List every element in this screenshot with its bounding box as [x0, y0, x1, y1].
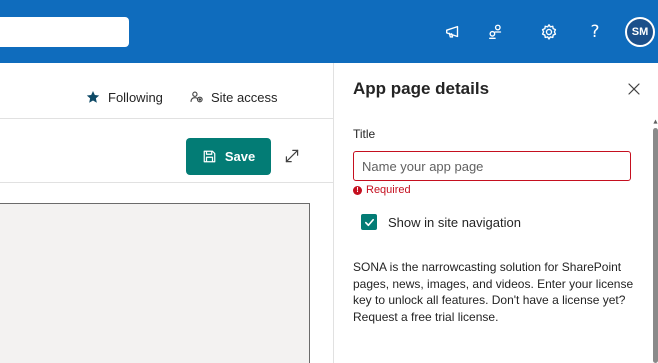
- suite-bar: ? SM: [0, 0, 658, 63]
- site-access-button[interactable]: Site access: [190, 87, 277, 107]
- canvas-section[interactable]: [0, 203, 310, 363]
- panel-description: SONA is the narrowcasting solution for S…: [353, 260, 634, 324]
- command-divider: [0, 118, 333, 119]
- people-connect-icon[interactable]: [481, 17, 511, 47]
- show-in-nav-checkbox[interactable]: [361, 214, 377, 230]
- title-field-label: Title: [353, 127, 376, 141]
- page-canvas: [0, 183, 333, 363]
- error-icon: !: [353, 185, 362, 195]
- app-page-details-panel: App page details Title ! Required Show i…: [333, 63, 658, 363]
- required-text: Required: [366, 184, 411, 196]
- site-access-label: Site access: [211, 89, 278, 105]
- panel-scrollbar[interactable]: [653, 118, 658, 363]
- scroll-thumb[interactable]: [653, 128, 658, 363]
- search-input[interactable]: [0, 17, 129, 47]
- required-error: ! Required: [353, 184, 411, 196]
- scroll-up-icon[interactable]: [653, 118, 658, 126]
- save-button[interactable]: Save: [186, 138, 271, 175]
- help-label: ?: [590, 22, 600, 42]
- close-button[interactable]: [624, 79, 644, 99]
- show-in-nav-label: Show in site navigation: [388, 214, 521, 230]
- panel-title: App page details: [353, 79, 490, 98]
- app-root: ? SM Following Site access Save App page…: [0, 0, 658, 363]
- settings-icon[interactable]: [534, 17, 564, 47]
- show-in-nav-row[interactable]: Show in site navigation: [361, 214, 521, 230]
- expand-icon[interactable]: [281, 145, 303, 167]
- save-icon: [203, 150, 216, 163]
- avatar[interactable]: SM: [625, 17, 655, 47]
- editor-region: Following Site access Save: [0, 63, 333, 363]
- star-icon: [86, 91, 100, 103]
- avatar-initials: SM: [631, 26, 649, 38]
- close-icon: [628, 83, 640, 95]
- megaphone-icon[interactable]: [438, 17, 468, 47]
- save-label: Save: [224, 149, 256, 164]
- following-button[interactable]: Following: [86, 87, 163, 107]
- title-input[interactable]: [353, 151, 631, 181]
- help-icon[interactable]: ?: [580, 17, 610, 47]
- following-label: Following: [108, 89, 163, 105]
- people-icon: [190, 91, 203, 103]
- checkmark-icon: [364, 218, 374, 226]
